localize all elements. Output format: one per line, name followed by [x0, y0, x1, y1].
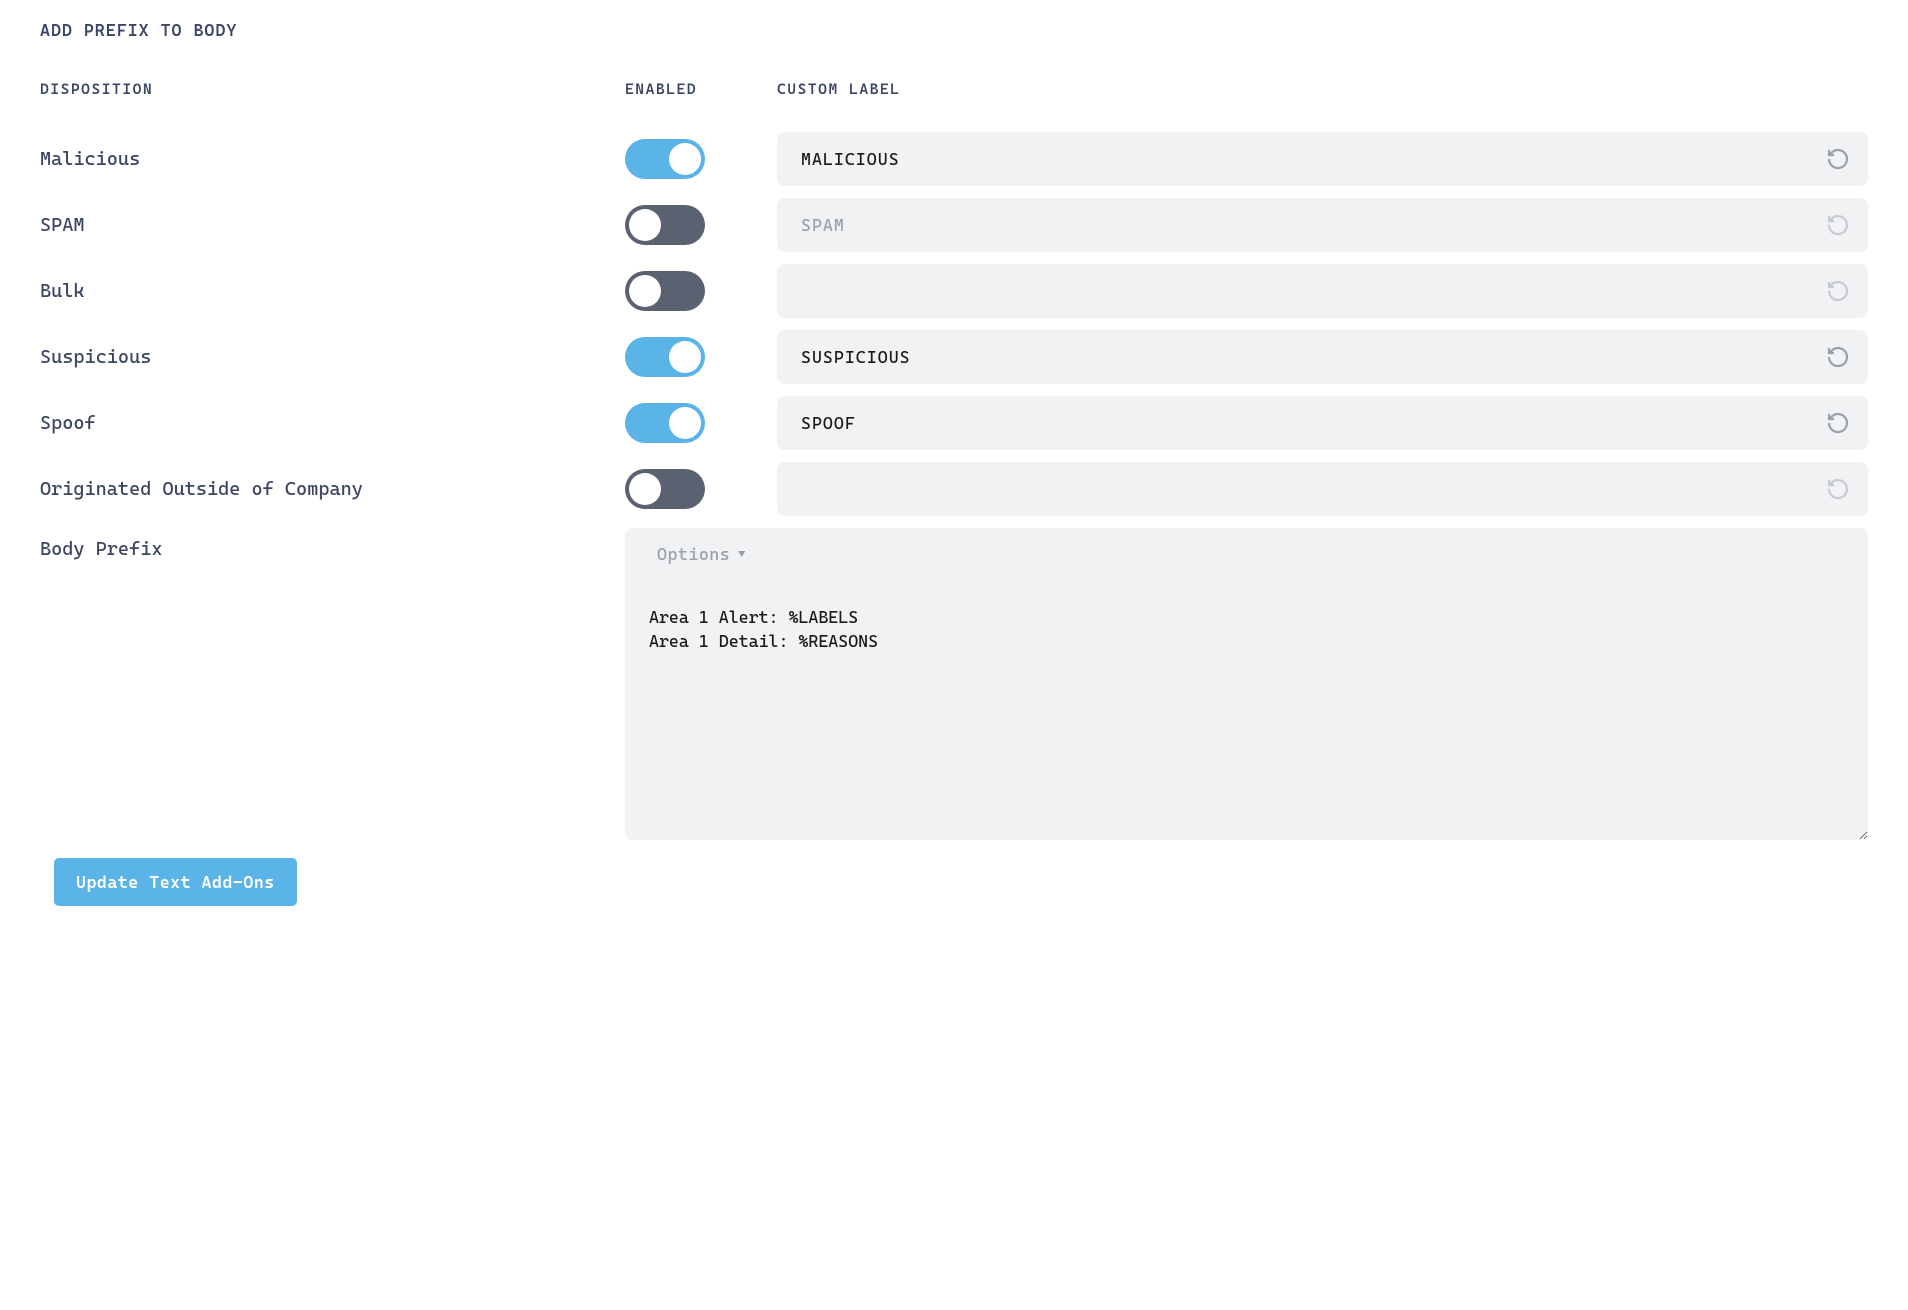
reset-icon [1824, 475, 1852, 503]
custom-label-field-wrap [777, 264, 1868, 318]
enabled-toggle-spam[interactable] [625, 205, 705, 245]
custom-label-input-spoof[interactable] [801, 413, 1824, 433]
body-prefix-options-dropdown[interactable]: Options ▼ [625, 528, 1868, 578]
disposition-label: Malicious [40, 134, 625, 184]
custom-label-input-originated-outside[interactable] [801, 479, 1824, 499]
chevron-down-icon: ▼ [738, 547, 746, 561]
update-text-addons-button[interactable]: Update Text Add-Ons [54, 858, 297, 906]
reset-icon[interactable] [1824, 409, 1852, 437]
enabled-toggle-spoof[interactable] [625, 403, 705, 443]
disposition-label: Bulk [40, 266, 625, 316]
body-prefix-textarea[interactable] [625, 578, 1868, 840]
header-disposition: DISPOSITION [40, 80, 625, 126]
enabled-toggle-malicious[interactable] [625, 139, 705, 179]
disposition-label: Suspicious [40, 332, 625, 382]
disposition-label: SPAM [40, 200, 625, 250]
custom-label-field-wrap [777, 198, 1868, 252]
custom-label-input-spam[interactable] [801, 215, 1824, 235]
section-title: ADD PREFIX TO BODY [40, 20, 1868, 40]
header-custom-label: CUSTOM LABEL [777, 80, 1868, 126]
body-prefix-label: Body Prefix [40, 522, 625, 574]
enabled-toggle-suspicious[interactable] [625, 337, 705, 377]
reset-icon[interactable] [1824, 145, 1852, 173]
enabled-toggle-originated-outside[interactable] [625, 469, 705, 509]
reset-icon [1824, 211, 1852, 239]
custom-label-field-wrap [777, 396, 1868, 450]
enabled-toggle-bulk[interactable] [625, 271, 705, 311]
custom-label-input-suspicious[interactable] [801, 347, 1824, 367]
custom-label-field-wrap [777, 462, 1868, 516]
custom-label-field-wrap [777, 132, 1868, 186]
header-enabled: ENABLED [625, 80, 777, 126]
reset-icon [1824, 277, 1852, 305]
custom-label-input-bulk[interactable] [801, 281, 1824, 301]
body-prefix-area: Options ▼ [625, 528, 1868, 840]
reset-icon[interactable] [1824, 343, 1852, 371]
disposition-label: Originated Outside of Company [40, 464, 625, 514]
custom-label-input-malicious[interactable] [801, 149, 1824, 169]
custom-label-field-wrap [777, 330, 1868, 384]
disposition-label: Spoof [40, 398, 625, 448]
disposition-table: DISPOSITION ENABLED CUSTOM LABEL Malicio… [40, 80, 1868, 840]
options-label: Options [657, 544, 730, 564]
